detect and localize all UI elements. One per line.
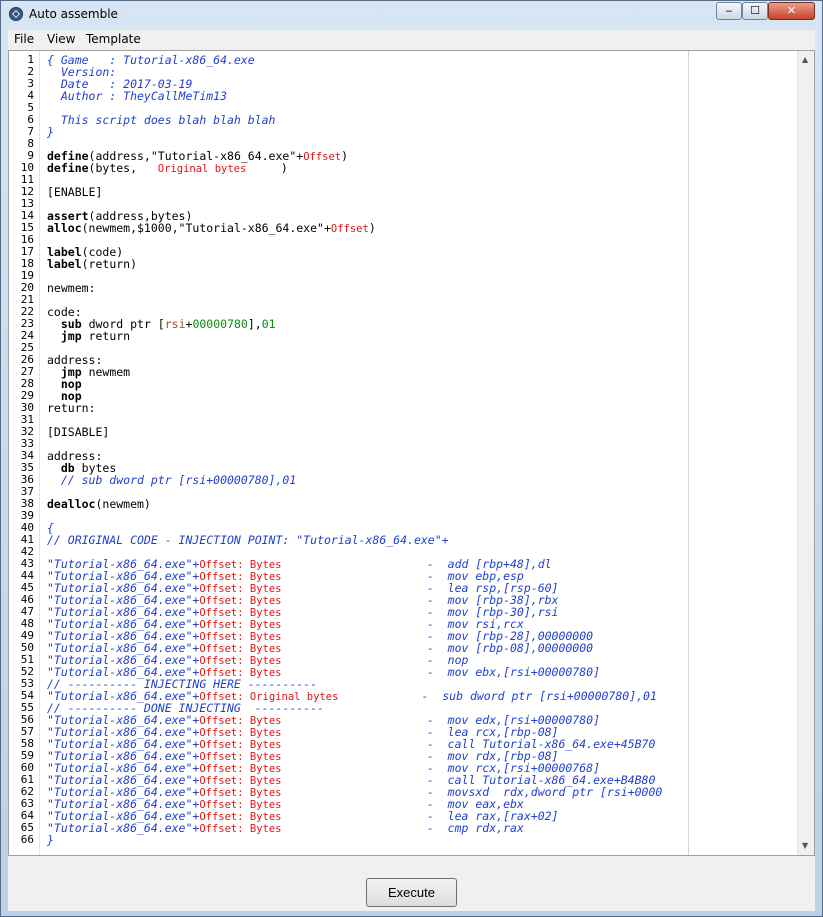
code-token: [DISABLE] [47, 425, 110, 439]
code-token: ) [368, 221, 376, 235]
code-line: alloc(newmem,$1000,"Tutorial-x86_64.exe"… [47, 221, 376, 235]
code-token: "Tutorial-x86_64.exe"+ [47, 821, 200, 835]
code-token: (newmem) [95, 497, 151, 511]
code-line: define(bytes, Original bytes ) [47, 161, 288, 175]
right-margin-line [688, 51, 689, 855]
code-token: (bytes, [88, 161, 158, 175]
code-line: // sub dword ptr [rsi+00000780],01 [47, 474, 296, 486]
title-bar[interactable]: Auto assemble ‒ ☐ ✕ [1, 1, 822, 30]
code-token: (newmem,$1000,"Tutorial-x86_64.exe"+ [81, 221, 331, 235]
menu-view[interactable]: View [47, 32, 75, 46]
code-line: } [47, 834, 54, 846]
script-editor[interactable]: 1 2 3 4 5 6 7 8 9 10 11 12 13 14 15 16 17 18 19 20 21 22 23 24 2… [8, 50, 815, 856]
window-title: Auto assemble [29, 7, 118, 21]
code-token: ) [341, 149, 349, 163]
menu-file[interactable]: File [14, 32, 34, 46]
code-token: alloc [47, 221, 82, 235]
code-token: } [47, 833, 54, 847]
code-token: Offset [303, 151, 342, 163]
minimize-button[interactable]: ‒ [716, 2, 742, 20]
code-line: "Tutorial-x86_64.exe"+Offset: Bytes - cm… [47, 821, 524, 835]
code-token: // ORIGINAL CODE - INJECTION POINT: "Tut… [47, 533, 449, 547]
code-token: return [81, 329, 131, 343]
code-token: This script does blah blah blah [47, 113, 276, 127]
close-button[interactable]: ✕ [768, 2, 815, 20]
code-token: newmem: [47, 281, 96, 295]
code-token: jmp [60, 329, 82, 343]
code-line: This script does blah blah blah [47, 113, 276, 127]
scroll-down-arrow-icon[interactable]: ▼ [802, 841, 808, 850]
line-number: 66 [20, 833, 34, 846]
code-token: ], [247, 317, 262, 331]
code-token: label [47, 257, 82, 271]
cheat-engine-icon [9, 7, 23, 21]
code-token: rsi [164, 317, 186, 331]
scroll-up-arrow-icon[interactable]: ▲ [802, 55, 808, 64]
line-number-gutter: 1 2 3 4 5 6 7 8 9 10 11 12 13 14 15 16 17 18 19 20 21 22 23 24 2… [9, 51, 40, 855]
code-token: - mov ebx,[rsi+00000780] [281, 665, 601, 679]
vertical-scrollbar[interactable]: ▲ ▼ [797, 51, 814, 855]
maximize-button[interactable]: ☐ [742, 2, 768, 20]
menu-template[interactable]: Template [86, 32, 141, 46]
code-token: dealloc [47, 497, 96, 511]
auto-assemble-window: Auto assemble ‒ ☐ ✕ File View Template 1… [0, 0, 823, 917]
code-token: return: [47, 401, 96, 415]
code-token: Offset: Bytes [199, 823, 282, 835]
code-line: [DISABLE] [47, 426, 109, 438]
code-line: Author : TheyCallMeTim13 [47, 90, 227, 102]
code-token: newmem [81, 365, 131, 379]
code-line: [ENABLE] [47, 186, 102, 198]
code-line: } [47, 126, 54, 138]
code-token: } [47, 125, 54, 139]
footer-panel: Execute [8, 856, 815, 911]
code-token: (return) [81, 257, 138, 271]
code-token: 01 [261, 317, 276, 331]
code-line: // ORIGINAL CODE - INJECTION POINT: "Tut… [47, 534, 449, 546]
code-line: newmem: [47, 282, 95, 294]
code-token: Author : TheyCallMeTim13 [47, 89, 228, 103]
code-token: Original bytes [157, 163, 247, 175]
code-token: [ENABLE] [47, 185, 103, 199]
code-line: label(return) [47, 258, 137, 270]
code-line: return: [47, 402, 95, 414]
code-token: 00000780 [192, 317, 248, 331]
code-line: dealloc(newmem) [47, 498, 151, 510]
code-token: // sub dword ptr [rsi+00000780],01 [47, 473, 297, 487]
code-token: define [47, 161, 89, 175]
code-line: jmp return [47, 330, 130, 342]
menu-bar: File View Template [8, 30, 815, 50]
code-token: - cmp rdx,rax [281, 821, 524, 835]
code-token: - sub dword ptr [rsi+00000780],01 [338, 689, 657, 703]
execute-button[interactable]: Execute [366, 878, 457, 907]
code-token: Offset [330, 223, 369, 235]
code-token: ) [246, 161, 288, 175]
